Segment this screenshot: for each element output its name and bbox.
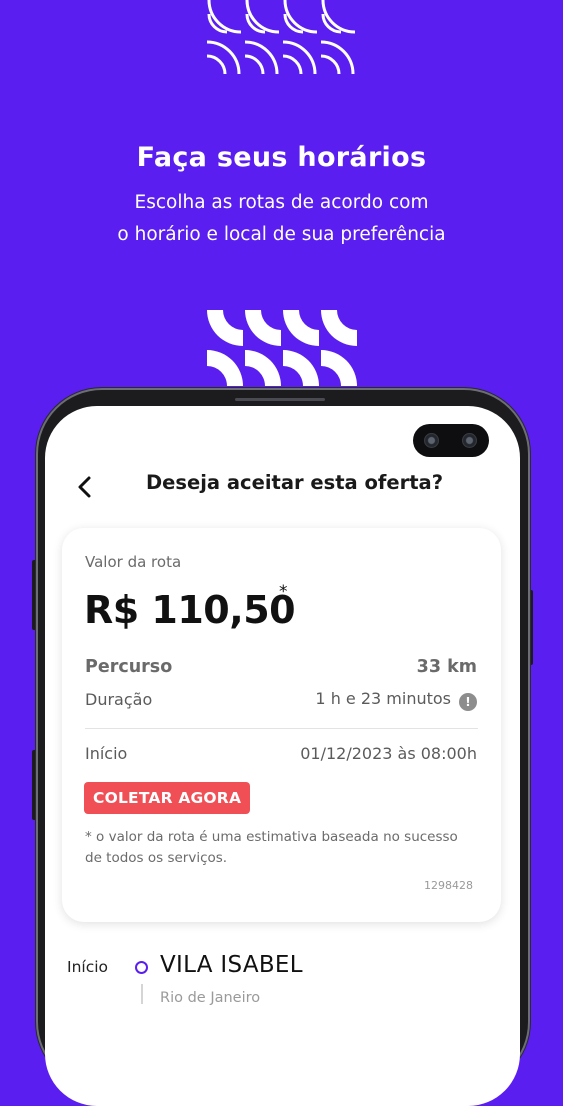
duration-label: Duração: [85, 690, 153, 709]
camera-cutout: [413, 424, 489, 457]
info-icon[interactable]: !: [459, 693, 477, 711]
start-label: Início: [85, 744, 128, 763]
page-title: Deseja aceitar esta oferta?: [146, 471, 444, 494]
hero-subtitle: Escolha as rotas de acordo com o horário…: [0, 187, 563, 251]
estimate-note: * o valor da rota é uma estimativa basea…: [85, 829, 458, 866]
collect-now-badge: COLETAR AGORA: [84, 782, 251, 814]
distance-value: 33 km: [416, 657, 477, 677]
duration-value: 1 h e 23 minutos: [315, 689, 451, 708]
stop-origin-icon: [135, 961, 148, 974]
price-asterisk: *: [279, 582, 288, 602]
offer-card: Valor da rota R$ 110,50 * Percurso 33 km…: [62, 528, 501, 922]
duration-row: 1 h e 23 minutos!: [315, 689, 477, 711]
stop-name: VILA ISABEL: [160, 952, 303, 978]
stop-city: Rio de Janeiro: [160, 990, 261, 1006]
hero-subtitle-line2: o horário e local de sua preferência: [117, 224, 446, 245]
route-price: R$ 110,50: [84, 588, 296, 632]
route-line: [141, 984, 143, 1004]
phone-speaker: [235, 398, 325, 401]
divider: [85, 728, 478, 729]
start-datetime: 01/12/2023 às 08:00h: [300, 744, 477, 763]
camera-lens-icon: [462, 433, 477, 448]
route-value-label: Valor da rota: [85, 553, 182, 571]
back-button[interactable]: [70, 473, 100, 501]
distance-label: Percurso: [85, 657, 173, 677]
top-arc-pattern: [206, 0, 356, 75]
hero-subtitle-line1: Escolha as rotas de acordo com: [134, 192, 429, 213]
stop-label: Início: [67, 958, 109, 976]
hero-title: Faça seus horários: [136, 142, 427, 173]
camera-lens-icon: [424, 433, 439, 448]
chevron-left-icon: [78, 476, 91, 498]
route-code: 1298428: [424, 879, 473, 892]
wave-pattern: [207, 310, 357, 386]
